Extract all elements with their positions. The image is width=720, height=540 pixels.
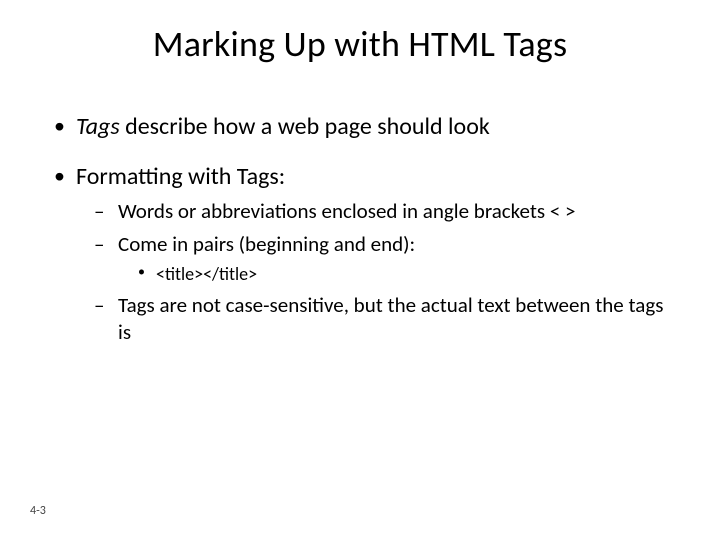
bullet-2-text: Formatting with Tags: bbox=[76, 162, 285, 191]
bullet-2-3: Tags are not case-sensitive, but the act… bbox=[94, 292, 680, 347]
bullet-list-l1: Tags describe how a web page should look… bbox=[54, 112, 680, 347]
bullet-1: Tags describe how a web page should look bbox=[54, 112, 680, 142]
bullet-1-italic: Tags bbox=[76, 112, 120, 141]
bullet-2-2-text: Come in pairs (beginning and end): bbox=[118, 231, 415, 257]
slide-number: 4-3 bbox=[30, 504, 46, 518]
slide-title: Marking Up with HTML Tags bbox=[0, 22, 720, 66]
bullet-list-l3: <title></title> bbox=[118, 263, 680, 286]
bullet-2: Formatting with Tags: Words or abbreviat… bbox=[54, 162, 680, 347]
bullet-list-l2: Words or abbreviations enclosed in angle… bbox=[76, 198, 680, 347]
bullet-2-2-1: <title></title> bbox=[138, 263, 680, 286]
slide-body: Tags describe how a web page should look… bbox=[54, 112, 680, 367]
bullet-2-1: Words or abbreviations enclosed in angle… bbox=[94, 198, 680, 225]
slide: Marking Up with HTML Tags Tags describe … bbox=[0, 0, 720, 540]
bullet-2-2: Come in pairs (beginning and end): <titl… bbox=[94, 231, 680, 286]
bullet-1-rest: describe how a web page should look bbox=[120, 112, 490, 141]
